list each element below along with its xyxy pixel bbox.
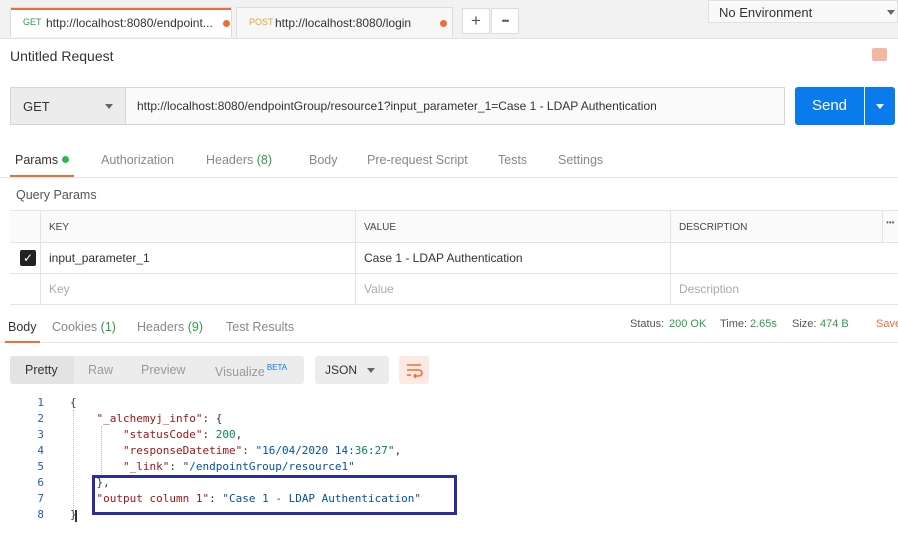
beta-badge: BETA <box>266 363 288 372</box>
environment-label: No Environment <box>719 5 813 20</box>
view-pretty-button[interactable]: Pretty <box>25 363 58 377</box>
new-key-input[interactable]: Key <box>40 273 355 304</box>
tab-body[interactable]: Body <box>309 153 338 167</box>
tab-more-button[interactable]: ••• <box>491 8 519 34</box>
line-number: 2 <box>37 412 44 425</box>
code-line: "responseDatetime": "16/04/2020 14:36:27… <box>122 444 402 457</box>
chevron-down-icon <box>105 104 113 109</box>
checkbox-checked-icon[interactable]: ✓ <box>20 250 36 266</box>
param-key-cell[interactable]: input_parameter_1 <box>40 242 355 273</box>
line-number: 5 <box>37 460 44 473</box>
send-options-button[interactable] <box>865 87 895 125</box>
tab-method: GET <box>23 17 42 27</box>
status-label: Status: <box>630 318 665 330</box>
unsaved-dot-icon <box>223 20 230 27</box>
active-dot-icon <box>62 156 70 163</box>
line-number: 6 <box>37 476 44 489</box>
code-line: "statusCode": 200, <box>122 428 243 441</box>
request-tab-get[interactable]: GET http://localhost:8080/endpoint... <box>10 7 232 37</box>
line-number: 3 <box>37 428 44 441</box>
param-value-cell[interactable]: Case 1 - LDAP Authentication <box>355 242 670 273</box>
query-params-title: Query Params <box>16 188 97 202</box>
highlight-box <box>92 475 457 515</box>
active-tab-underline <box>5 341 40 343</box>
view-preview-button[interactable]: Preview <box>141 363 185 377</box>
param-description-cell[interactable] <box>670 242 898 273</box>
response-tab-headers[interactable]: Headers (9) <box>137 320 203 334</box>
tab-url: http://localhost:8080/login <box>275 16 412 30</box>
header-cell: KEY <box>40 211 355 242</box>
response-tab-body[interactable]: Body <box>8 320 37 334</box>
table-row-empty: Key Value Description <box>10 273 898 305</box>
response-tab-cookies[interactable]: Cookies (1) <box>52 320 116 334</box>
tab-count: (8) <box>256 153 273 167</box>
table-row: ✓ input_parameter_1 Case 1 - LDAP Authen… <box>10 242 898 274</box>
response-tab-test-results[interactable]: Test Results <box>226 320 294 334</box>
chevron-down-icon <box>367 368 375 373</box>
tab-label: Tests <box>498 153 528 167</box>
method-value: GET <box>23 99 50 114</box>
header-cell: DESCRIPTION <box>670 211 882 242</box>
code-line: "_alchemyj_info": { <box>96 412 223 425</box>
request-title: Untitled Request <box>10 48 114 64</box>
divider <box>0 342 898 343</box>
format-select[interactable]: JSON <box>315 356 389 384</box>
new-value-input[interactable]: Value <box>355 273 670 304</box>
table-header-row: KEY VALUE DESCRIPTION ••• <box>10 211 898 243</box>
chevron-down-icon <box>876 104 884 109</box>
tab-pre-request-script[interactable]: Pre-request Script <box>367 153 468 167</box>
divider <box>0 177 898 178</box>
view-visualize-button[interactable]: Visualize BETA <box>215 363 287 379</box>
time-label: Time: <box>720 318 748 330</box>
unsaved-dot-icon <box>440 20 447 27</box>
save-response-button[interactable]: Save <box>876 318 898 330</box>
status-value: 200 OK <box>669 318 707 330</box>
active-tab-indicator <box>11 8 231 10</box>
tab-label: Authorization <box>101 153 174 167</box>
code-line: "_link": "/endpointGroup/resource1" <box>122 460 355 473</box>
tab-label: Pre-request Script <box>367 153 468 167</box>
environment-select[interactable]: No Environment <box>708 0 898 23</box>
view-raw-button[interactable]: Raw <box>88 363 113 377</box>
format-value: JSON <box>325 363 358 377</box>
tab-label: Body <box>309 153 338 167</box>
params-table: KEY VALUE DESCRIPTION ••• ✓ input_parame… <box>10 210 898 305</box>
tab-url: http://localhost:8080/endpoint... <box>46 16 213 30</box>
tab-label: Settings <box>558 153 604 167</box>
line-number: 8 <box>37 508 44 521</box>
add-tab-button[interactable]: + <box>462 8 490 34</box>
request-tab-post[interactable]: POST http://localhost:8080/login <box>236 7 453 37</box>
columns-more-button[interactable]: ••• <box>882 211 898 242</box>
new-description-input[interactable]: Description <box>670 273 898 304</box>
chevron-down-icon <box>887 10 895 15</box>
code-line: { <box>70 396 77 409</box>
tab-params[interactable]: Params <box>15 153 70 167</box>
line-number: 4 <box>37 444 44 457</box>
tab-label: Params <box>15 153 59 167</box>
line-number: 7 <box>37 492 44 505</box>
tab-label: Headers <box>206 153 254 167</box>
line-number: 1 <box>37 396 44 409</box>
url-input[interactable]: http://localhost:8080/endpointGroup/reso… <box>137 99 657 113</box>
text-cursor <box>75 510 77 522</box>
tab-method: POST <box>249 17 274 27</box>
header-cell: VALUE <box>355 211 670 242</box>
method-select[interactable]: GET <box>10 87 126 125</box>
tab-headers[interactable]: Headers (8) <box>206 153 272 167</box>
send-button[interactable]: Send <box>795 87 864 125</box>
tab-settings[interactable]: Settings <box>558 153 603 167</box>
wrap-lines-icon[interactable] <box>399 356 429 384</box>
tab-authorization[interactable]: Authorization <box>101 153 174 167</box>
tab-tests[interactable]: Tests <box>498 153 527 167</box>
size-label: Size: <box>792 318 817 330</box>
size-value: 474 B <box>820 318 849 330</box>
time-value: 2.65s <box>750 318 777 330</box>
comment-icon[interactable] <box>872 48 887 61</box>
